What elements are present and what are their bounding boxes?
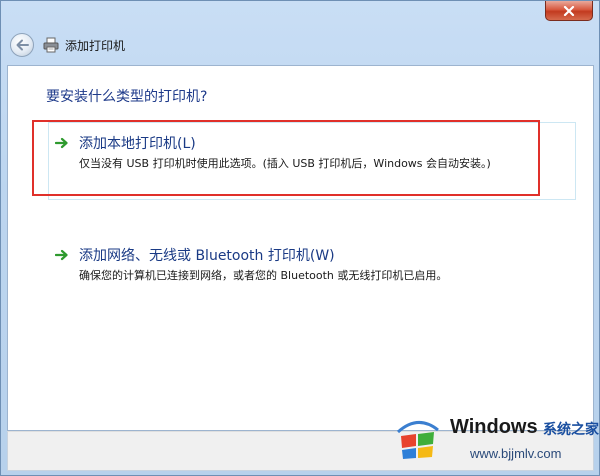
watermark-site-name: 系统之家: [543, 422, 599, 438]
navigation-bar: 添加打印机: [1, 25, 599, 65]
option-title: 添加网络、无线或 Bluetooth 打印机(W): [79, 248, 335, 264]
green-arrow-icon: [55, 137, 68, 149]
close-icon: [563, 5, 575, 16]
add-local-printer-option[interactable]: 添加本地打印机(L) 仅当没有 USB 打印机时使用此选项。(插入 USB 打印…: [48, 122, 576, 200]
option-description: 仅当没有 USB 打印机时使用此选项。(插入 USB 打印机后，Windows …: [79, 157, 491, 170]
option-title: 添加本地打印机(L): [79, 136, 196, 152]
window-title: 添加打印机: [65, 39, 126, 53]
back-arrow-icon: [16, 39, 29, 51]
close-button[interactable]: [545, 1, 593, 21]
page-question: 要安装什么类型的打印机?: [46, 89, 208, 105]
back-button[interactable]: [10, 33, 34, 57]
add-printer-window: 添加打印机 要安装什么类型的打印机? 添加本地打印机(L) 仅当没有 USB 打…: [0, 0, 600, 476]
option-description: 确保您的计算机已连接到网络，或者您的 Bluetooth 或无线打印机已启用。: [79, 269, 448, 282]
watermark-brand: Windows: [450, 416, 538, 438]
windows-logo-icon: [396, 421, 439, 459]
add-network-printer-option[interactable]: 添加网络、无线或 Bluetooth 打印机(W) 确保您的计算机已连接到网络，…: [48, 234, 576, 312]
watermark-url: www.bjjmlv.com: [470, 446, 562, 461]
printer-icon: [43, 37, 59, 53]
wizard-content: 要安装什么类型的打印机? 添加本地打印机(L) 仅当没有 USB 打印机时使用此…: [7, 65, 594, 431]
site-watermark: Windows 系统之家 www.bjjmlv.com: [392, 408, 599, 472]
green-arrow-icon: [55, 249, 68, 261]
